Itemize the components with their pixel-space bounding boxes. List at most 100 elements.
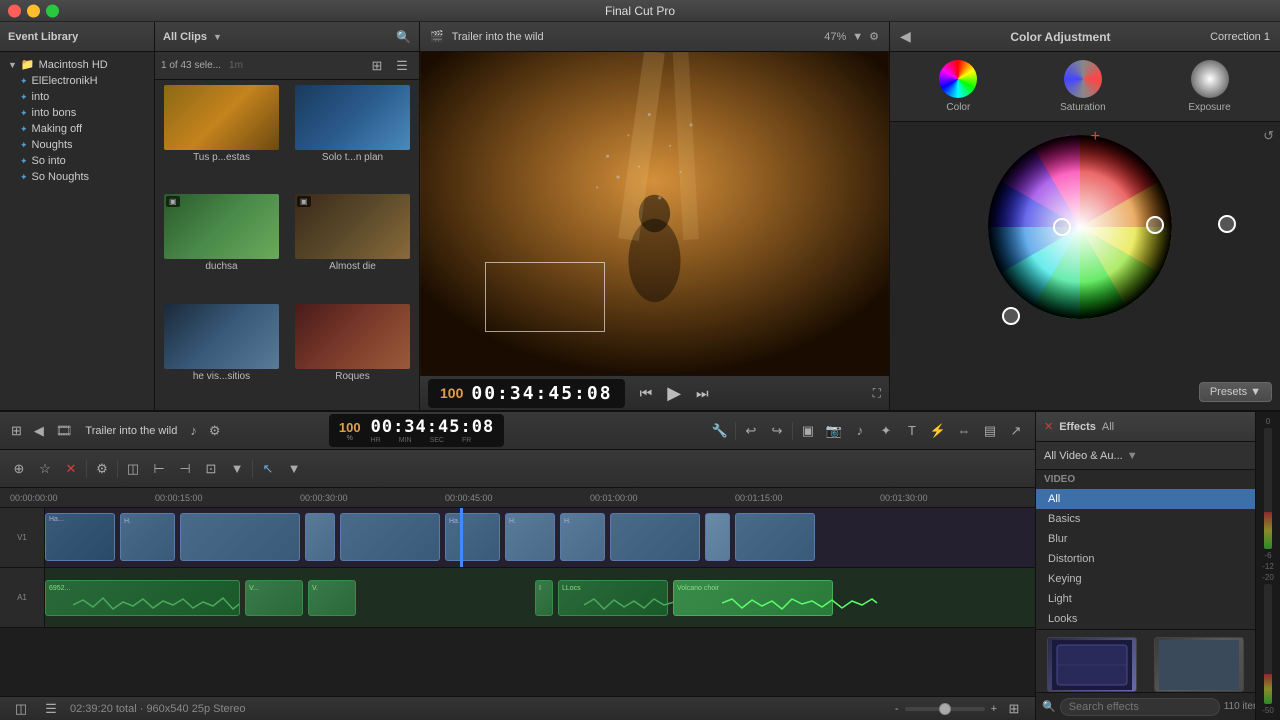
- reset-color-button[interactable]: ↺: [1263, 128, 1274, 144]
- trim-tool-icon[interactable]: ▼: [283, 458, 305, 480]
- settings-icon[interactable]: ⚙: [869, 30, 879, 43]
- video-icon[interactable]: ▣: [797, 420, 819, 442]
- audio-clip[interactable]: V.: [308, 580, 356, 616]
- effects-search-input[interactable]: [1060, 698, 1220, 716]
- effects-close-button[interactable]: ✕: [1044, 420, 1053, 433]
- fit-to-window-icon[interactable]: ⊞: [1003, 698, 1025, 720]
- audio-clip[interactable]: I: [535, 580, 553, 616]
- tree-item-intobons[interactable]: ✦ into bons: [0, 105, 154, 121]
- overwrite-icon[interactable]: ⊡: [200, 458, 222, 480]
- video-clip[interactable]: H.: [120, 513, 175, 561]
- timeline-settings-icon[interactable]: ⚙: [206, 420, 224, 442]
- zoom-thumb[interactable]: [939, 703, 951, 715]
- effects-filter-label[interactable]: All Video & Au...: [1044, 450, 1123, 462]
- prev-correction-button[interactable]: ◀: [900, 28, 911, 45]
- match-icon[interactable]: ⚙: [91, 458, 113, 480]
- browser-icon[interactable]: ◫: [10, 698, 32, 720]
- fast-forward-button[interactable]: ⏭: [696, 385, 709, 402]
- video-clip[interactable]: H.: [560, 513, 605, 561]
- color-tool-color[interactable]: Color: [939, 60, 977, 113]
- timeline-back-button[interactable]: ◀: [31, 420, 47, 442]
- tree-item-macintosh[interactable]: ▼ 📁 Macintosh HD: [0, 56, 154, 73]
- reject-icon[interactable]: ✕: [60, 458, 82, 480]
- video-clip[interactable]: Ha...: [445, 513, 500, 561]
- add-color-button[interactable]: +: [1091, 128, 1100, 146]
- bookmark-icon[interactable]: ☆: [34, 458, 56, 480]
- transition-icon[interactable]: ✦: [875, 420, 897, 442]
- video-clip[interactable]: [340, 513, 440, 561]
- undo-icon[interactable]: ↩: [740, 420, 762, 442]
- magnetic-tool-icon[interactable]: 🔧: [709, 420, 731, 442]
- maximize-button[interactable]: [46, 4, 59, 17]
- color-tool-saturation[interactable]: Saturation: [1060, 60, 1106, 113]
- play-button[interactable]: ▶: [667, 383, 681, 404]
- video-clip[interactable]: [610, 513, 700, 561]
- tree-item-into[interactable]: ✦ into: [0, 89, 154, 105]
- copy-icon[interactable]: ⊕: [8, 458, 30, 480]
- category-basics[interactable]: Basics: [1036, 509, 1255, 529]
- rewind-button[interactable]: ⏮: [640, 385, 653, 402]
- minimize-button[interactable]: [27, 4, 40, 17]
- category-light[interactable]: Light: [1036, 589, 1255, 609]
- clip-item[interactable]: Roques: [288, 301, 417, 408]
- audio-clip[interactable]: Volcano choir: [673, 580, 833, 616]
- search-icon[interactable]: 🔍: [396, 30, 411, 44]
- preview-viewport[interactable]: [420, 52, 889, 375]
- category-looks[interactable]: Looks: [1036, 609, 1255, 629]
- timeline-list-button[interactable]: ⊞: [8, 420, 25, 442]
- color-tool-exposure[interactable]: Exposure: [1188, 60, 1230, 113]
- audio-icon[interactable]: ♪: [849, 420, 871, 442]
- inspector-icon[interactable]: ☰: [40, 698, 62, 720]
- effect-50s-tv[interactable]: 50s TV: [1040, 634, 1144, 692]
- transform-icon[interactable]: ⇔: [953, 420, 975, 442]
- presets-button[interactable]: Presets ▼: [1199, 382, 1272, 402]
- share-icon[interactable]: ↗: [1005, 420, 1027, 442]
- tree-item-sonoughts[interactable]: ✦ So Noughts: [0, 169, 154, 185]
- close-button[interactable]: [8, 4, 21, 17]
- tree-item-makingoff[interactable]: ✦ Making off: [0, 121, 154, 137]
- insert-icon[interactable]: ⊢: [148, 458, 170, 480]
- effect-add-noise[interactable]: Add Noise: [1148, 634, 1252, 692]
- tree-item-noughts[interactable]: ✦ Noughts: [0, 137, 154, 153]
- category-keying[interactable]: Keying: [1036, 569, 1255, 589]
- audio-clip[interactable]: LLocs: [558, 580, 668, 616]
- grid-view-icon[interactable]: ⊞: [366, 55, 388, 77]
- clip-item[interactable]: ▣ duchsa: [157, 191, 286, 298]
- video-clip[interactable]: H.: [505, 513, 555, 561]
- zoom-in-icon[interactable]: +: [991, 703, 997, 715]
- timeline-audio-icon[interactable]: ♪: [187, 420, 200, 441]
- video-clip[interactable]: Ha...: [45, 513, 115, 561]
- video-clip[interactable]: [735, 513, 815, 561]
- video-clip[interactable]: [180, 513, 300, 561]
- color-wheel-canvas[interactable]: [898, 130, 1263, 325]
- fullscreen-button[interactable]: ⛶: [873, 386, 881, 401]
- redo-icon[interactable]: ↪: [766, 420, 788, 442]
- clip-item[interactable]: Tus p...estas: [157, 82, 286, 189]
- tree-item-electronikh[interactable]: ✦ ElElectronikH: [0, 73, 154, 89]
- filter-dropdown-icon[interactable]: ▼: [1127, 450, 1138, 462]
- video-clip[interactable]: [705, 513, 730, 561]
- list-view-icon[interactable]: ☰: [391, 55, 413, 77]
- video-clip[interactable]: [305, 513, 335, 561]
- category-all[interactable]: All: [1036, 489, 1255, 509]
- clip-item[interactable]: Solo t...n plan: [288, 82, 417, 189]
- clip-item[interactable]: ▣ Almost die: [288, 191, 417, 298]
- connect-icon[interactable]: ◫: [122, 458, 144, 480]
- zoom-dropdown-icon[interactable]: ▼: [852, 31, 863, 43]
- clips-dropdown-icon[interactable]: ▼: [213, 32, 222, 42]
- select-tool-icon[interactable]: ↖: [257, 458, 279, 480]
- category-distortion[interactable]: Distortion: [1036, 549, 1255, 569]
- effects-tab-all[interactable]: All: [1102, 421, 1114, 433]
- zoom-out-icon[interactable]: -: [895, 703, 899, 715]
- zoom-slider[interactable]: [905, 707, 985, 711]
- audio-clip[interactable]: V...: [245, 580, 303, 616]
- category-blur[interactable]: Blur: [1036, 529, 1255, 549]
- clip-item[interactable]: he vis...sitios: [157, 301, 286, 408]
- camera-icon[interactable]: 📷: [823, 420, 845, 442]
- append-icon[interactable]: ⊣: [174, 458, 196, 480]
- lift-icon[interactable]: ▼: [226, 458, 248, 480]
- audio-clip[interactable]: 6952...: [45, 580, 240, 616]
- generator-icon[interactable]: ⚡: [927, 420, 949, 442]
- tree-item-sointo[interactable]: ✦ So into: [0, 153, 154, 169]
- text-icon[interactable]: T: [901, 420, 923, 442]
